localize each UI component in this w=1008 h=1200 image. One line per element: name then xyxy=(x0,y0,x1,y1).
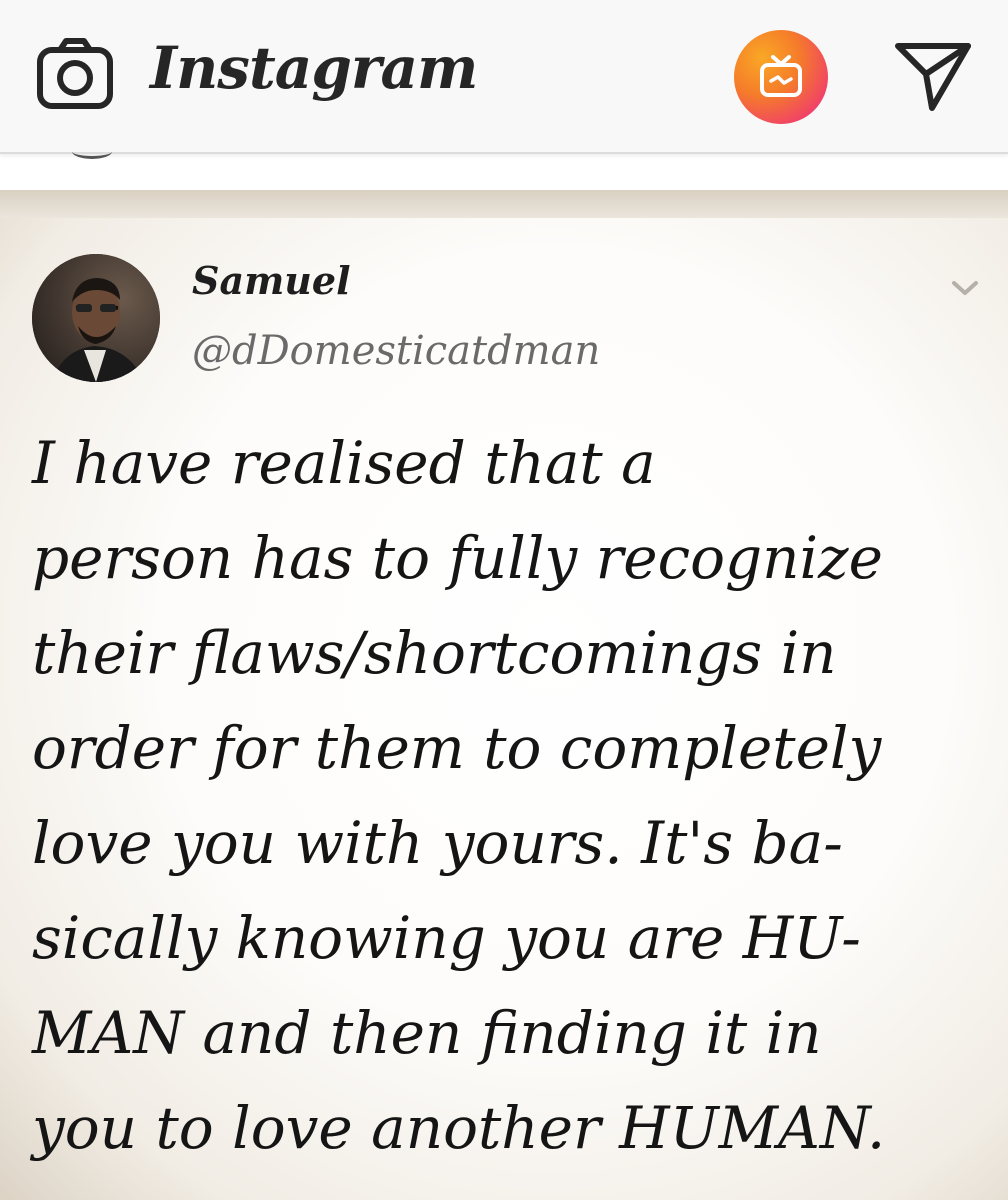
tweet-text-line: their flaws/shortcomings in xyxy=(32,619,837,687)
author-handle[interactable]: @dDomesticatdman xyxy=(192,328,600,374)
card-top-border xyxy=(0,190,1008,218)
tweet-text-line: sically knowing you are HU- xyxy=(32,904,861,972)
tweet-text: I have realised that a person has to ful… xyxy=(32,416,982,1176)
tweet-screenshot-card: Samuel @dDomesticatdman I have realised … xyxy=(0,190,1008,1200)
previous-post-edge xyxy=(72,144,112,159)
cut-off-text-fragment xyxy=(30,1182,460,1200)
tweet-text-line: order for them to completely xyxy=(32,714,882,782)
tweet-text-line: person has to fully recognize xyxy=(32,524,883,592)
tweet-text-line: love you with yours. It's ba- xyxy=(32,809,843,877)
instagram-logo: Instagram xyxy=(150,34,478,102)
tweet-text-line: I have realised that a xyxy=(32,429,656,497)
tweet-text-line: you to love another HUMAN. xyxy=(32,1094,886,1162)
igtv-icon[interactable] xyxy=(734,30,828,124)
direct-message-icon[interactable] xyxy=(894,40,972,112)
chevron-down-icon[interactable] xyxy=(948,276,982,300)
instagram-top-bar: Instagram xyxy=(0,0,1008,154)
camera-icon[interactable] xyxy=(36,38,114,110)
tweet-text-line: MAN and then finding it in xyxy=(32,999,822,1067)
author-name[interactable]: Samuel xyxy=(192,258,351,303)
avatar[interactable] xyxy=(32,254,160,382)
